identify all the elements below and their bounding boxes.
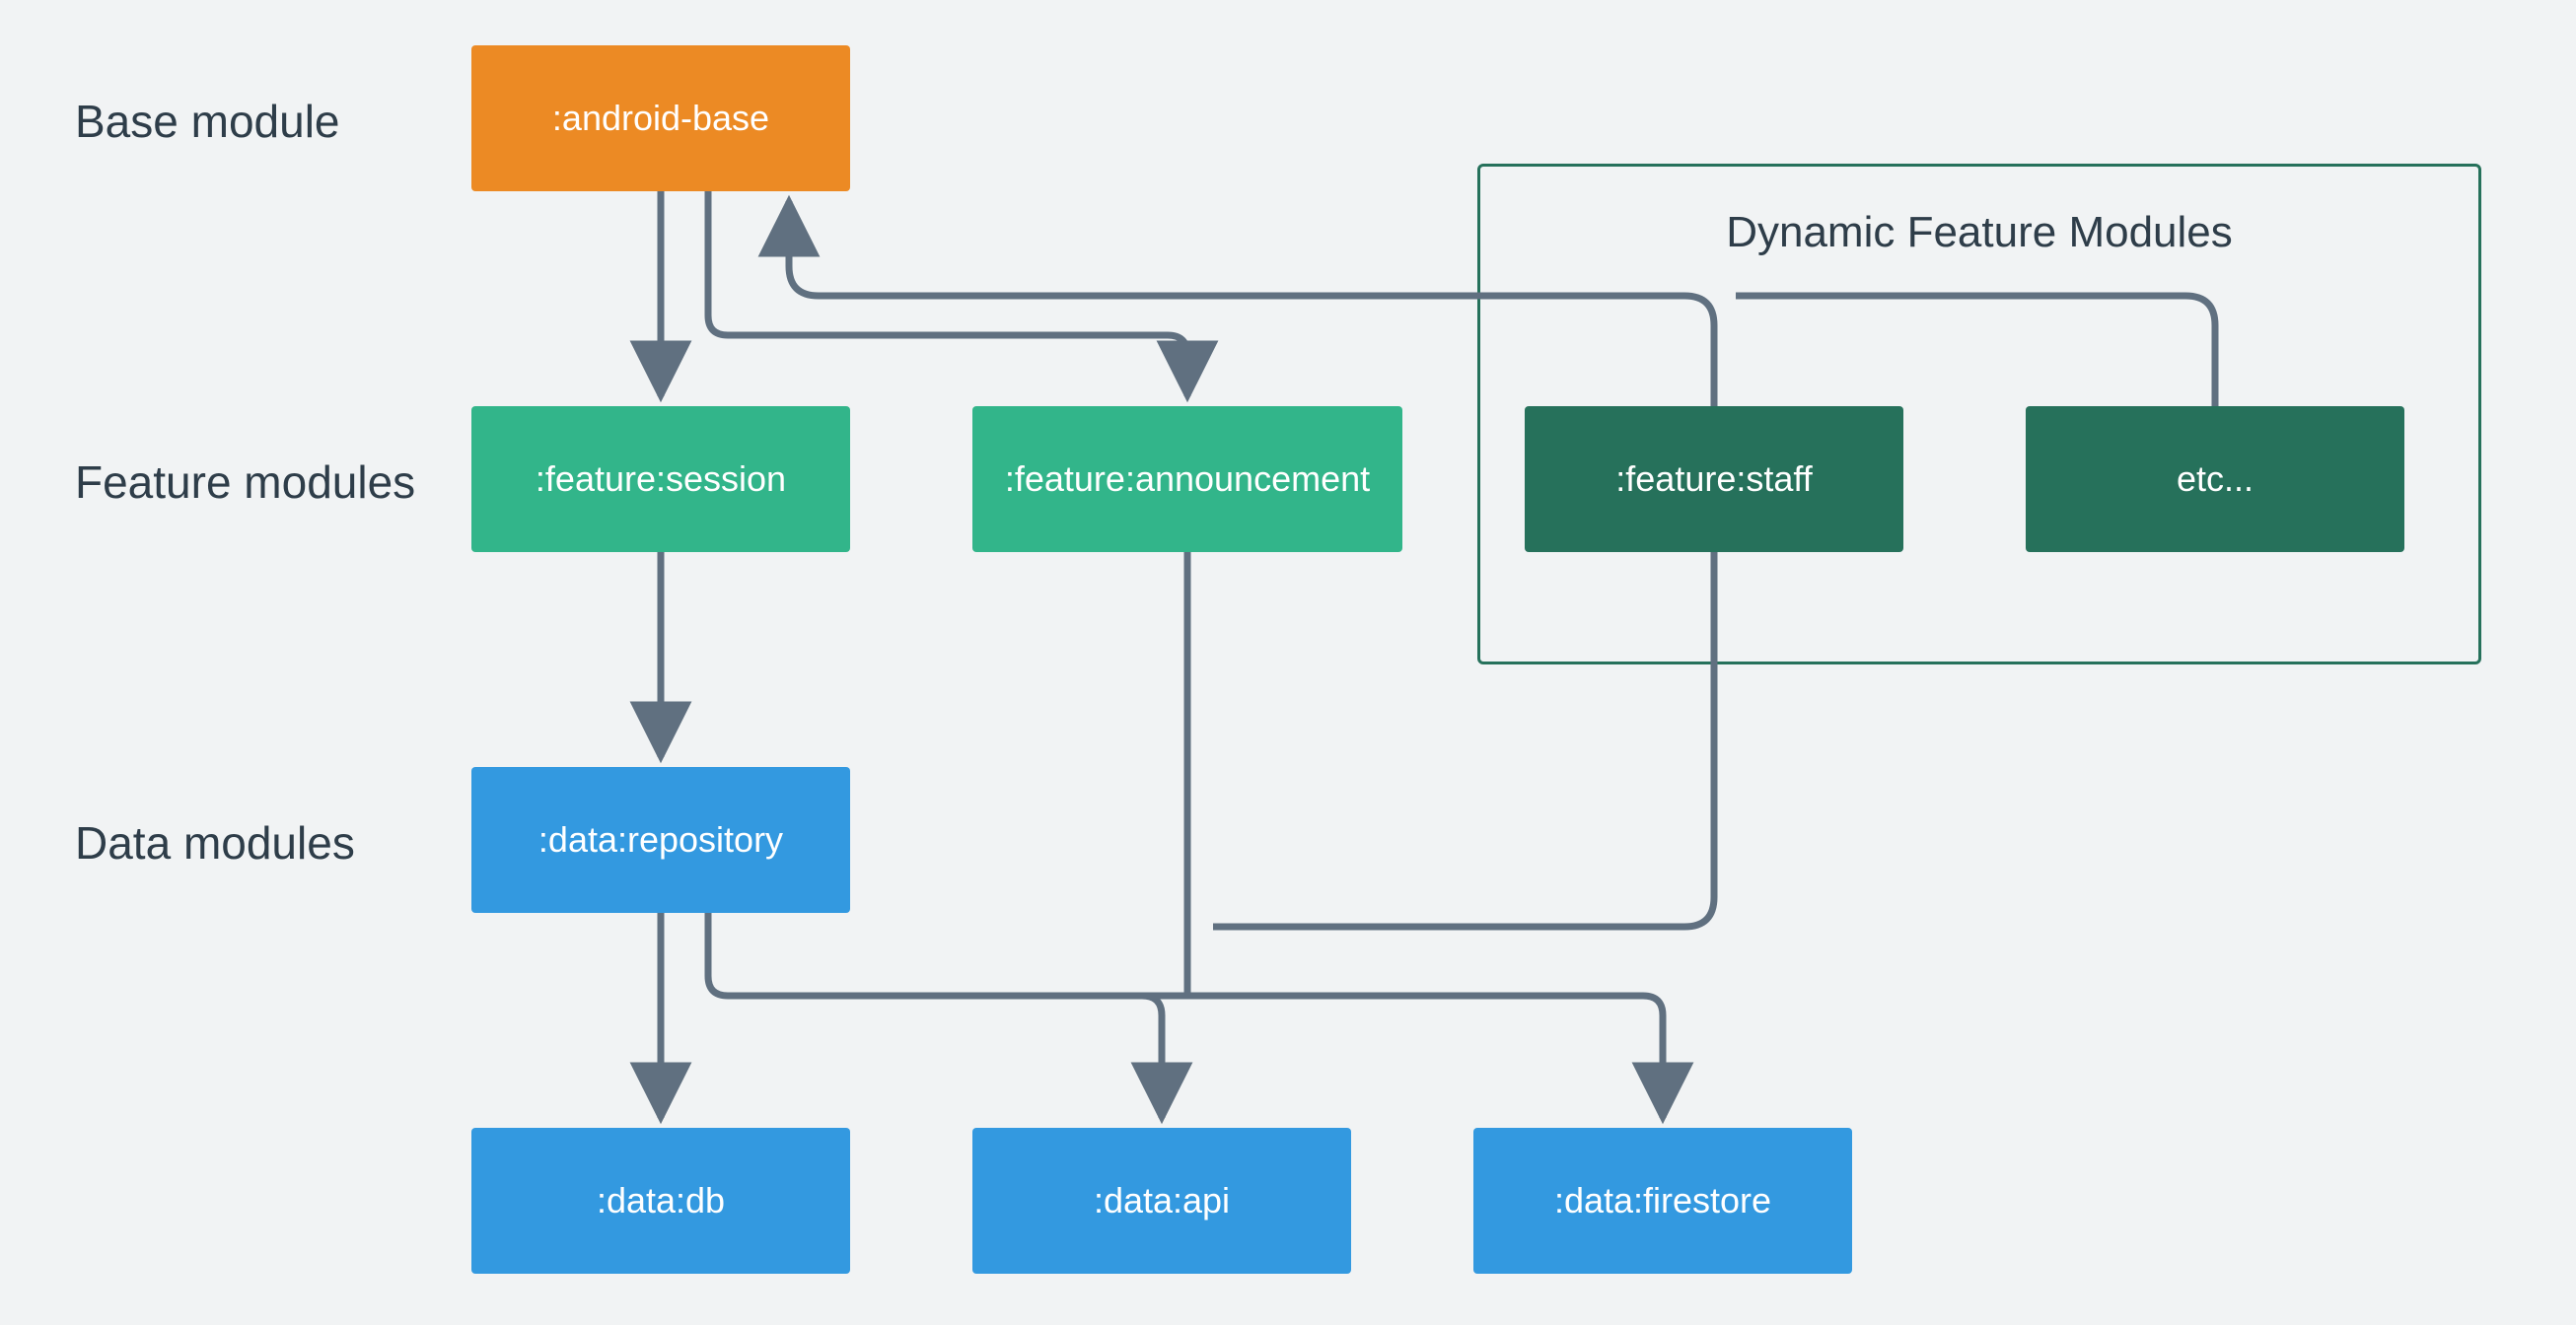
row-label-feature: Feature modules [75, 455, 415, 509]
node-feature-staff: :feature:staff [1525, 406, 1903, 552]
edge-repo-to-firestore [1142, 996, 1663, 1118]
node-label: :feature:staff [1615, 458, 1812, 500]
node-label: :feature:announcement [1005, 458, 1370, 500]
node-data-api: :data:api [972, 1128, 1351, 1274]
node-label: :data:repository [538, 819, 783, 861]
node-label: :data:api [1094, 1180, 1230, 1221]
module-diagram: Base module Feature modules Data modules… [0, 0, 2576, 1325]
node-label: :android-base [552, 98, 769, 139]
node-android-base: :android-base [471, 45, 850, 191]
row-label-base: Base module [75, 95, 340, 148]
edge-repo-to-api [708, 913, 1162, 1118]
node-data-db: :data:db [471, 1128, 850, 1274]
node-label: :data:db [597, 1180, 725, 1221]
node-feature-etc: etc... [2026, 406, 2404, 552]
edge-base-to-announcement [708, 191, 1187, 396]
row-label-data: Data modules [75, 816, 355, 870]
node-data-firestore: :data:firestore [1473, 1128, 1852, 1274]
node-feature-announcement: :feature:announcement [972, 406, 1402, 552]
node-label: etc... [2177, 458, 2254, 500]
node-feature-session: :feature:session [471, 406, 850, 552]
node-label: :feature:session [536, 458, 786, 500]
dynamic-feature-group-title: Dynamic Feature Modules [1480, 208, 2478, 257]
node-data-repository: :data:repository [471, 767, 850, 913]
node-label: :data:firestore [1554, 1180, 1771, 1221]
